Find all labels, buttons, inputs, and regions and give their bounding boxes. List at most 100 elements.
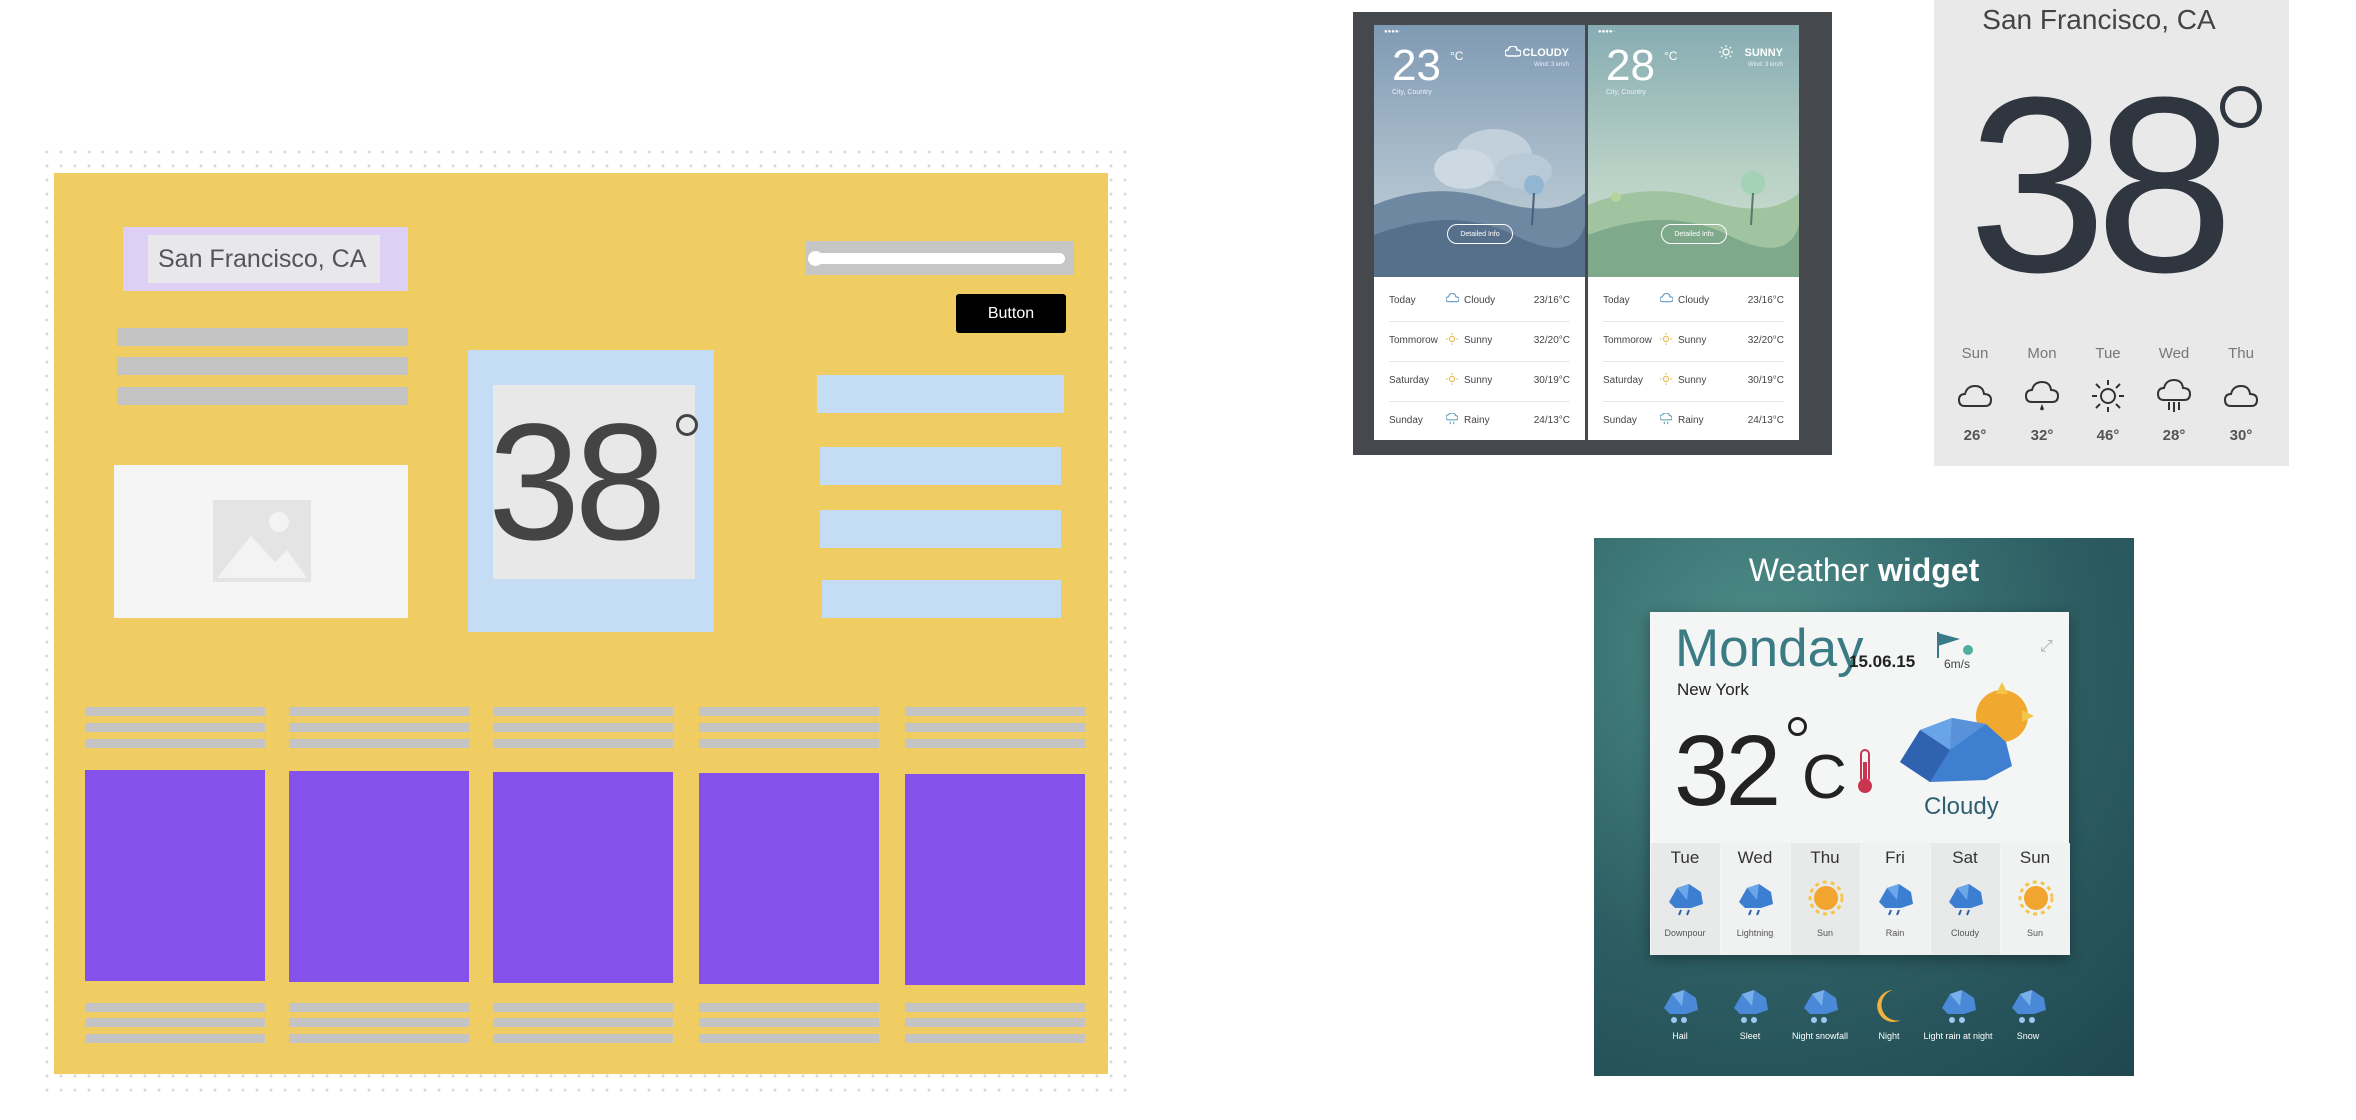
placeholder-text-line <box>117 357 408 375</box>
content-card[interactable] <box>493 772 673 983</box>
placeholder-text-line <box>699 1034 879 1043</box>
weather-icon <box>1737 880 1775 916</box>
forecast-row: Tommorow Sunny 32/20°C <box>1389 321 1570 362</box>
forecast-day: Tue <box>1670 848 1700 867</box>
forecast-condition: Sunny <box>1464 335 1493 346</box>
placeholder-text-line <box>699 1003 879 1012</box>
content-card[interactable] <box>289 771 469 982</box>
temp-unit: °C <box>1450 49 1464 63</box>
forecast-day: Mon <box>2027 345 2057 362</box>
placeholder-text-line <box>85 707 265 716</box>
placeholder-text-line <box>117 387 408 405</box>
forecast-label: Rain <box>1885 928 1905 938</box>
forecast-temp: 23/16°C <box>1747 295 1784 306</box>
forecast-day: Today <box>1603 295 1630 306</box>
phone-screen-cloudy: ●●●●◦ 23 °C CLOUDY Wind: 3 km/h City, Co… <box>1374 25 1585 440</box>
thermometer-icon <box>1858 749 1872 793</box>
forecast-row: Today Cloudy 23/16°C <box>1389 281 1570 322</box>
detailed-info-button[interactable]: Detailed Info <box>1661 224 1727 244</box>
forecast-day: Saturday <box>1603 375 1644 386</box>
degree-symbol <box>2220 86 2262 128</box>
expand-icon[interactable]: ⤢ <box>2040 638 2053 656</box>
temp-unit: C <box>1802 743 1847 812</box>
forecast-temp: 30° <box>2229 427 2253 444</box>
cloud-icon <box>1659 292 1674 306</box>
forecast-condition: Rainy <box>1464 415 1490 426</box>
placeholder-text-line <box>117 328 408 346</box>
placeholder-text-line <box>493 739 673 748</box>
cloud-icon <box>1957 378 1993 414</box>
info-bar <box>817 375 1064 413</box>
location-label: San Francisco, CA <box>158 245 367 273</box>
forecast-temp: 32° <box>2030 427 2054 444</box>
sun-icon <box>1446 333 1458 348</box>
wind-label: Wind: 3 km/h <box>1747 62 1783 68</box>
forecast-day: Sunday <box>1389 415 1423 426</box>
placeholder-text-line <box>289 707 469 716</box>
forecast-temp: 32/20°C <box>1747 335 1784 346</box>
cloudy-sun-icon <box>1900 682 2034 782</box>
temp-unit: °C <box>1664 49 1678 63</box>
condition-label: Cloudy <box>1924 793 1999 820</box>
wind-label: Wind: 3 km/h <box>1533 62 1569 68</box>
forecast-condition: Sunny <box>1678 375 1707 386</box>
detailed-info-button[interactable]: Detailed Info <box>1447 224 1513 244</box>
placeholder-text-line <box>85 1018 265 1027</box>
wind-speed: 6m/s <box>1944 657 1971 671</box>
forecast-condition: Cloudy <box>1678 295 1710 306</box>
forecast-label: Downpour <box>1664 928 1706 938</box>
rain-icon <box>2156 378 2192 414</box>
temperature-value: 38 <box>1968 45 2234 324</box>
icon-label: Snow <box>2016 1031 2040 1041</box>
widget-title: Weather widget <box>1594 552 2134 589</box>
placeholder-text-line <box>905 1003 1085 1012</box>
placeholder-text-line <box>85 1034 265 1043</box>
rain-icon <box>1445 412 1459 428</box>
content-card[interactable] <box>85 770 265 981</box>
condition-label: SUNNY <box>1744 47 1783 59</box>
placeholder-text-line <box>493 1003 673 1012</box>
weather-icon <box>1662 986 1698 1026</box>
forecast-temp: 24/13°C <box>1533 415 1570 426</box>
content-card[interactable] <box>905 774 1085 985</box>
forecast-day: Today <box>1389 295 1416 306</box>
city-label: New York <box>1677 680 1749 699</box>
forecast-temp: 30/19°C <box>1533 375 1570 386</box>
sun-icon <box>1807 880 1845 916</box>
forecast-day: Wed <box>2158 345 2190 362</box>
icon-label: Hail <box>1672 1031 1688 1041</box>
placeholder-text-line <box>493 1034 673 1043</box>
forecast-label: Sun <box>1816 928 1833 938</box>
date-label: 15.06.15 <box>1849 652 1916 671</box>
forecast-day: Tommorow <box>1603 335 1652 346</box>
placeholder-text-line <box>289 723 469 732</box>
status-bar: ●●●●◦ <box>1598 29 1615 35</box>
placeholder-text-line <box>699 707 879 716</box>
forecast-row: Saturday Sunny 30/19°C <box>1603 361 1784 402</box>
placeholder-text-line <box>493 723 673 732</box>
primary-button[interactable]: Button <box>956 294 1066 333</box>
forecast-row: Saturday Sunny 30/19°C <box>1389 361 1570 402</box>
title-bold: widget <box>1877 552 1980 588</box>
forecast-row: Sunday Rainy 24/13°C <box>1603 401 1784 440</box>
info-bar <box>820 510 1061 548</box>
icon-label: Night <box>1878 1031 1900 1041</box>
placeholder-text-line <box>699 739 879 748</box>
phone-screen-sunny: ●●●●◦ 28 °C SUNNY Wind: 3 km/h City, Cou… <box>1588 25 1799 440</box>
placeholder-text-line <box>905 723 1085 732</box>
cloud-icon <box>1505 46 1521 57</box>
forecast-day: Sat <box>1952 848 1978 867</box>
content-card[interactable] <box>699 773 879 984</box>
forecast-temp: 46° <box>2096 427 2120 444</box>
slider-track[interactable] <box>815 253 1065 264</box>
temperature-value: 32 <box>1674 715 1781 827</box>
weather-icon <box>1802 986 1838 1026</box>
slider-handle[interactable] <box>808 251 823 266</box>
sun-icon <box>1719 45 1733 59</box>
forecast-row: Today Cloudy 23/16°C <box>1603 281 1784 322</box>
cloud-icon <box>2223 378 2259 414</box>
forecast-day: Tue <box>2095 345 2121 362</box>
icon-label: Night snowfall <box>1791 1031 1849 1041</box>
sun-icon <box>2090 378 2126 414</box>
degree-symbol <box>676 414 698 436</box>
